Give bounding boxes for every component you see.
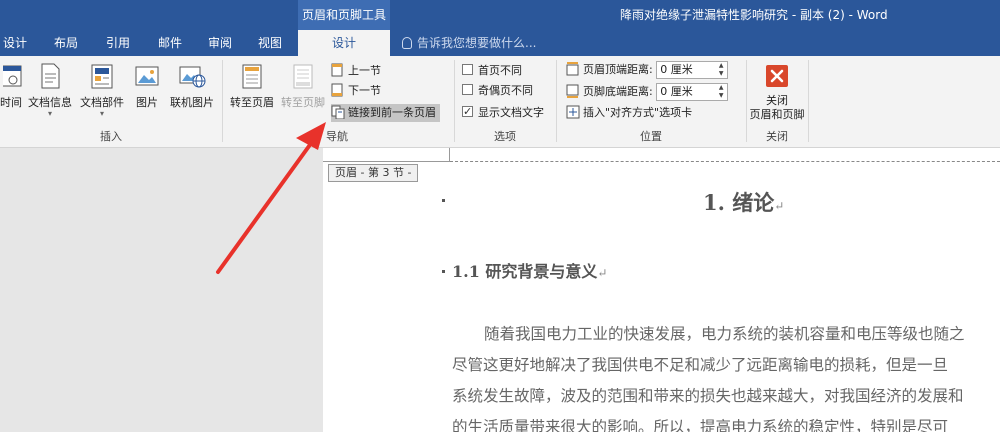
tab-references[interactable]: 引用: [96, 30, 140, 56]
online-picture-icon: [178, 62, 206, 90]
insert-alignment-tab-label: 插入"对齐方式"选项卡: [583, 106, 693, 119]
tell-me-text: 告诉我您想要做什么...: [417, 36, 537, 50]
header-from-top-input[interactable]: 0 厘米 ▲ ▼: [656, 61, 729, 79]
heading-2[interactable]: 1.1 研究背景与意义↵: [452, 258, 607, 282]
online-pictures-button[interactable]: 联机图片: [166, 62, 218, 110]
footer-from-bottom-label: 页脚底端距离:: [583, 85, 653, 98]
different-odd-even-checkbox[interactable]: 奇偶页不同: [462, 82, 533, 100]
return-mark: ↵: [597, 266, 608, 280]
tell-me-box[interactable]: 告诉我您想要做什么...: [402, 30, 536, 56]
ribbon-tab-row: 设计 布局 引用 邮件 审阅 视图 设计 告诉我您想要做什么...: [0, 30, 1000, 56]
tab-review[interactable]: 审阅: [198, 30, 242, 56]
spinner-arrows-icon[interactable]: ▲ ▼: [716, 62, 726, 78]
group-label-navigation-text: 导航: [326, 130, 348, 143]
pictures-label: 图片: [136, 96, 158, 109]
link-to-previous-button[interactable]: 链接到前一条页眉: [331, 104, 440, 122]
page-corner-mark: [323, 161, 449, 162]
document-info-button[interactable]: 文档信息 ▾: [26, 62, 74, 118]
goto-header-label: 转至页眉: [230, 96, 274, 109]
pictures-button[interactable]: 图片: [132, 62, 162, 110]
previous-section-label: 上一节: [348, 64, 381, 77]
different-odd-even-label: 奇偶页不同: [478, 84, 533, 97]
header-position-icon: [566, 62, 580, 76]
paragraph-line[interactable]: 的生活质量带来很大的影响。所以，提高电力系统的稳定性，特别是尽可: [452, 415, 948, 432]
close-icon: [765, 64, 789, 88]
previous-section-button[interactable]: 上一节: [331, 62, 381, 80]
spinner-arrows-icon[interactable]: ▲ ▼: [716, 84, 726, 100]
tab-design-main[interactable]: 设计: [0, 30, 30, 56]
chevron-down-icon: ▾: [47, 109, 52, 118]
chevron-down-icon: ▾: [99, 109, 104, 118]
quick-parts-icon: [88, 62, 116, 90]
tab-mailings[interactable]: 邮件: [148, 30, 192, 56]
lightbulb-icon: [402, 37, 412, 49]
picture-icon: [133, 62, 161, 90]
show-document-text-checkbox[interactable]: 显示文档文字: [462, 103, 544, 122]
header-from-top-value: 0 厘米: [660, 63, 693, 76]
paragraph-line[interactable]: 随着我国电力工业的快速发展，电力系统的装机容量和电压等级也随之: [484, 322, 965, 344]
context-tab-header: 页眉和页脚工具: [298, 0, 390, 30]
document-title: 降雨对绝缘子泄漏特性影响研究 - 副本 (2) - Word: [620, 8, 888, 22]
document-info-label: 文档信息: [28, 96, 72, 109]
tab-layout[interactable]: 布局: [44, 30, 88, 56]
heading-1-text: 1. 绪论: [703, 190, 775, 215]
show-document-text-label: 显示文档文字: [478, 106, 544, 119]
different-first-page-checkbox[interactable]: 首页不同: [462, 62, 522, 80]
footer-from-bottom-row: 页脚底端距离: 0 厘米 ▲ ▼: [566, 82, 729, 102]
link-chain-icon: [331, 105, 345, 120]
goto-footer-icon: [289, 62, 317, 90]
next-section-icon: [331, 83, 345, 97]
date-time-button[interactable]: 时间: [0, 62, 22, 110]
tab-header-footer-design[interactable]: 设计: [298, 30, 390, 56]
header-boundary-line: [450, 161, 1000, 162]
quick-parts-button[interactable]: 文档部件 ▾: [78, 62, 126, 118]
paragraph-mark: [442, 270, 445, 273]
next-section-button[interactable]: 下一节: [331, 82, 381, 100]
paragraph-mark: [442, 199, 445, 202]
header-section-tag: 页眉 - 第 3 节 -: [328, 164, 419, 182]
group-label-position: 位置: [640, 130, 662, 143]
paragraph-line[interactable]: 系统发生故障，波及的范围和带来的损失也越来越大，对我国经济的发展和: [452, 384, 964, 406]
group-label-insert: 插入: [100, 130, 122, 143]
tab-view[interactable]: 视图: [248, 30, 292, 56]
checkbox-icon: [462, 64, 473, 75]
header-from-top-label: 页眉顶端距离:: [583, 63, 653, 76]
document-info-icon: [36, 62, 64, 90]
return-mark: ↵: [774, 199, 785, 213]
different-first-page-label: 首页不同: [478, 64, 522, 77]
group-divider: [808, 60, 809, 142]
group-label-navigation: 导航: [222, 128, 454, 144]
paragraph-line[interactable]: 尽管这更好地解决了我国供电不足和减少了远距离输电的损耗，但是一旦: [452, 353, 948, 375]
calendar-icon: [0, 62, 28, 90]
link-to-previous-label: 链接到前一条页眉: [348, 106, 436, 119]
checkbox-icon: [462, 84, 473, 95]
ribbon: 时间 文档信息 ▾ 文档部件 ▾ 图片 联机图片 插入 转至页眉 转至页脚 上一…: [0, 56, 1000, 148]
next-section-label: 下一节: [348, 84, 381, 97]
online-pictures-label: 联机图片: [170, 96, 214, 109]
group-label-close: 关闭: [766, 130, 788, 143]
heading-2-text: 1.1 研究背景与意义: [452, 262, 598, 281]
previous-section-icon: [331, 63, 345, 77]
footer-position-icon: [566, 84, 580, 98]
footer-from-bottom-input[interactable]: 0 厘米 ▲ ▼: [656, 83, 729, 101]
quick-parts-label: 文档部件: [80, 96, 124, 109]
title-bar: 页眉和页脚工具 降雨对绝缘子泄漏特性影响研究 - 副本 (2) - Word: [0, 0, 1000, 30]
close-label-line2: 页眉和页脚: [749, 108, 805, 121]
alignment-tab-icon: [566, 105, 580, 119]
document-margin-area: [0, 148, 323, 432]
close-header-footer-button[interactable]: 关闭 页眉和页脚: [748, 64, 806, 122]
header-from-top-row: 页眉顶端距离: 0 厘米 ▲ ▼: [566, 60, 729, 80]
goto-footer-label: 转至页脚: [281, 96, 325, 109]
checkbox-checked-icon: [462, 103, 473, 121]
goto-footer-button[interactable]: 转至页脚: [279, 62, 327, 110]
page-corner-mark: [449, 148, 450, 162]
group-label-options: 选项: [494, 130, 516, 143]
footer-from-bottom-value: 0 厘米: [660, 85, 693, 98]
insert-alignment-tab-button[interactable]: 插入"对齐方式"选项卡: [566, 104, 692, 122]
date-time-label: 时间: [0, 96, 22, 109]
goto-header-icon: [238, 62, 266, 90]
close-label-line1: 关闭: [766, 94, 788, 107]
heading-1[interactable]: 1. 绪论↵: [703, 187, 784, 217]
goto-header-button[interactable]: 转至页眉: [228, 62, 276, 110]
